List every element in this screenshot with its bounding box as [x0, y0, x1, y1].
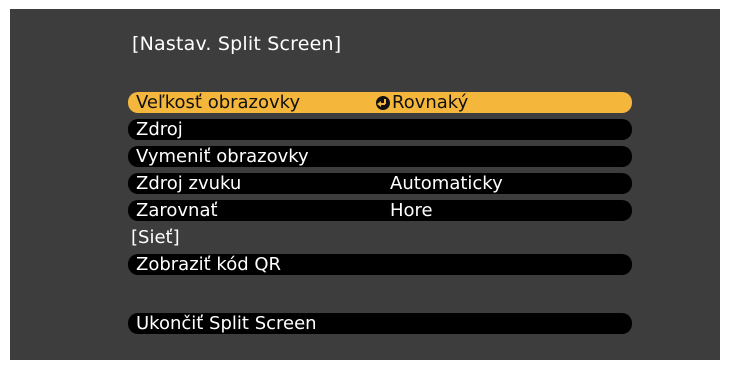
menu-item-label: Zarovnať: [136, 200, 218, 221]
show-qr-code-button[interactable]: Zobraziť kód QR: [128, 254, 632, 275]
menu-item-label: Zdroj: [136, 119, 183, 140]
exit-split-screen-button[interactable]: Ukončiť Split Screen: [128, 313, 632, 334]
menu-item-screen-size[interactable]: Veľkosť obrazovky Rovnaký: [128, 92, 632, 113]
menu-item-align[interactable]: Zarovnať Hore: [128, 200, 632, 221]
menu-item-audio-source[interactable]: Zdroj zvuku Automaticky: [128, 173, 632, 194]
enter-icon: [376, 96, 390, 110]
network-section-label: [Sieť]: [131, 227, 180, 248]
menu-title: [Nastav. Split Screen]: [132, 33, 342, 55]
menu-item-label: Zdroj zvuku: [136, 173, 242, 194]
align-value: Hore: [390, 200, 433, 221]
menu-item-label: Zobraziť kód QR: [136, 254, 282, 275]
menu-item-label: Veľkosť obrazovky: [136, 92, 301, 113]
menu-item-value: Rovnaký: [376, 92, 468, 113]
audio-source-value: Automaticky: [390, 173, 503, 194]
menu-item-source[interactable]: Zdroj: [128, 119, 632, 140]
projector-screen: [Nastav. Split Screen] Veľkosť obrazovky…: [10, 9, 720, 360]
screen-size-value: Rovnaký: [392, 92, 469, 113]
menu-item-label: Ukončiť Split Screen: [136, 313, 317, 334]
menu-item-swap-screens[interactable]: Vymeniť obrazovky: [128, 146, 632, 167]
menu-item-label: Vymeniť obrazovky: [136, 146, 309, 167]
